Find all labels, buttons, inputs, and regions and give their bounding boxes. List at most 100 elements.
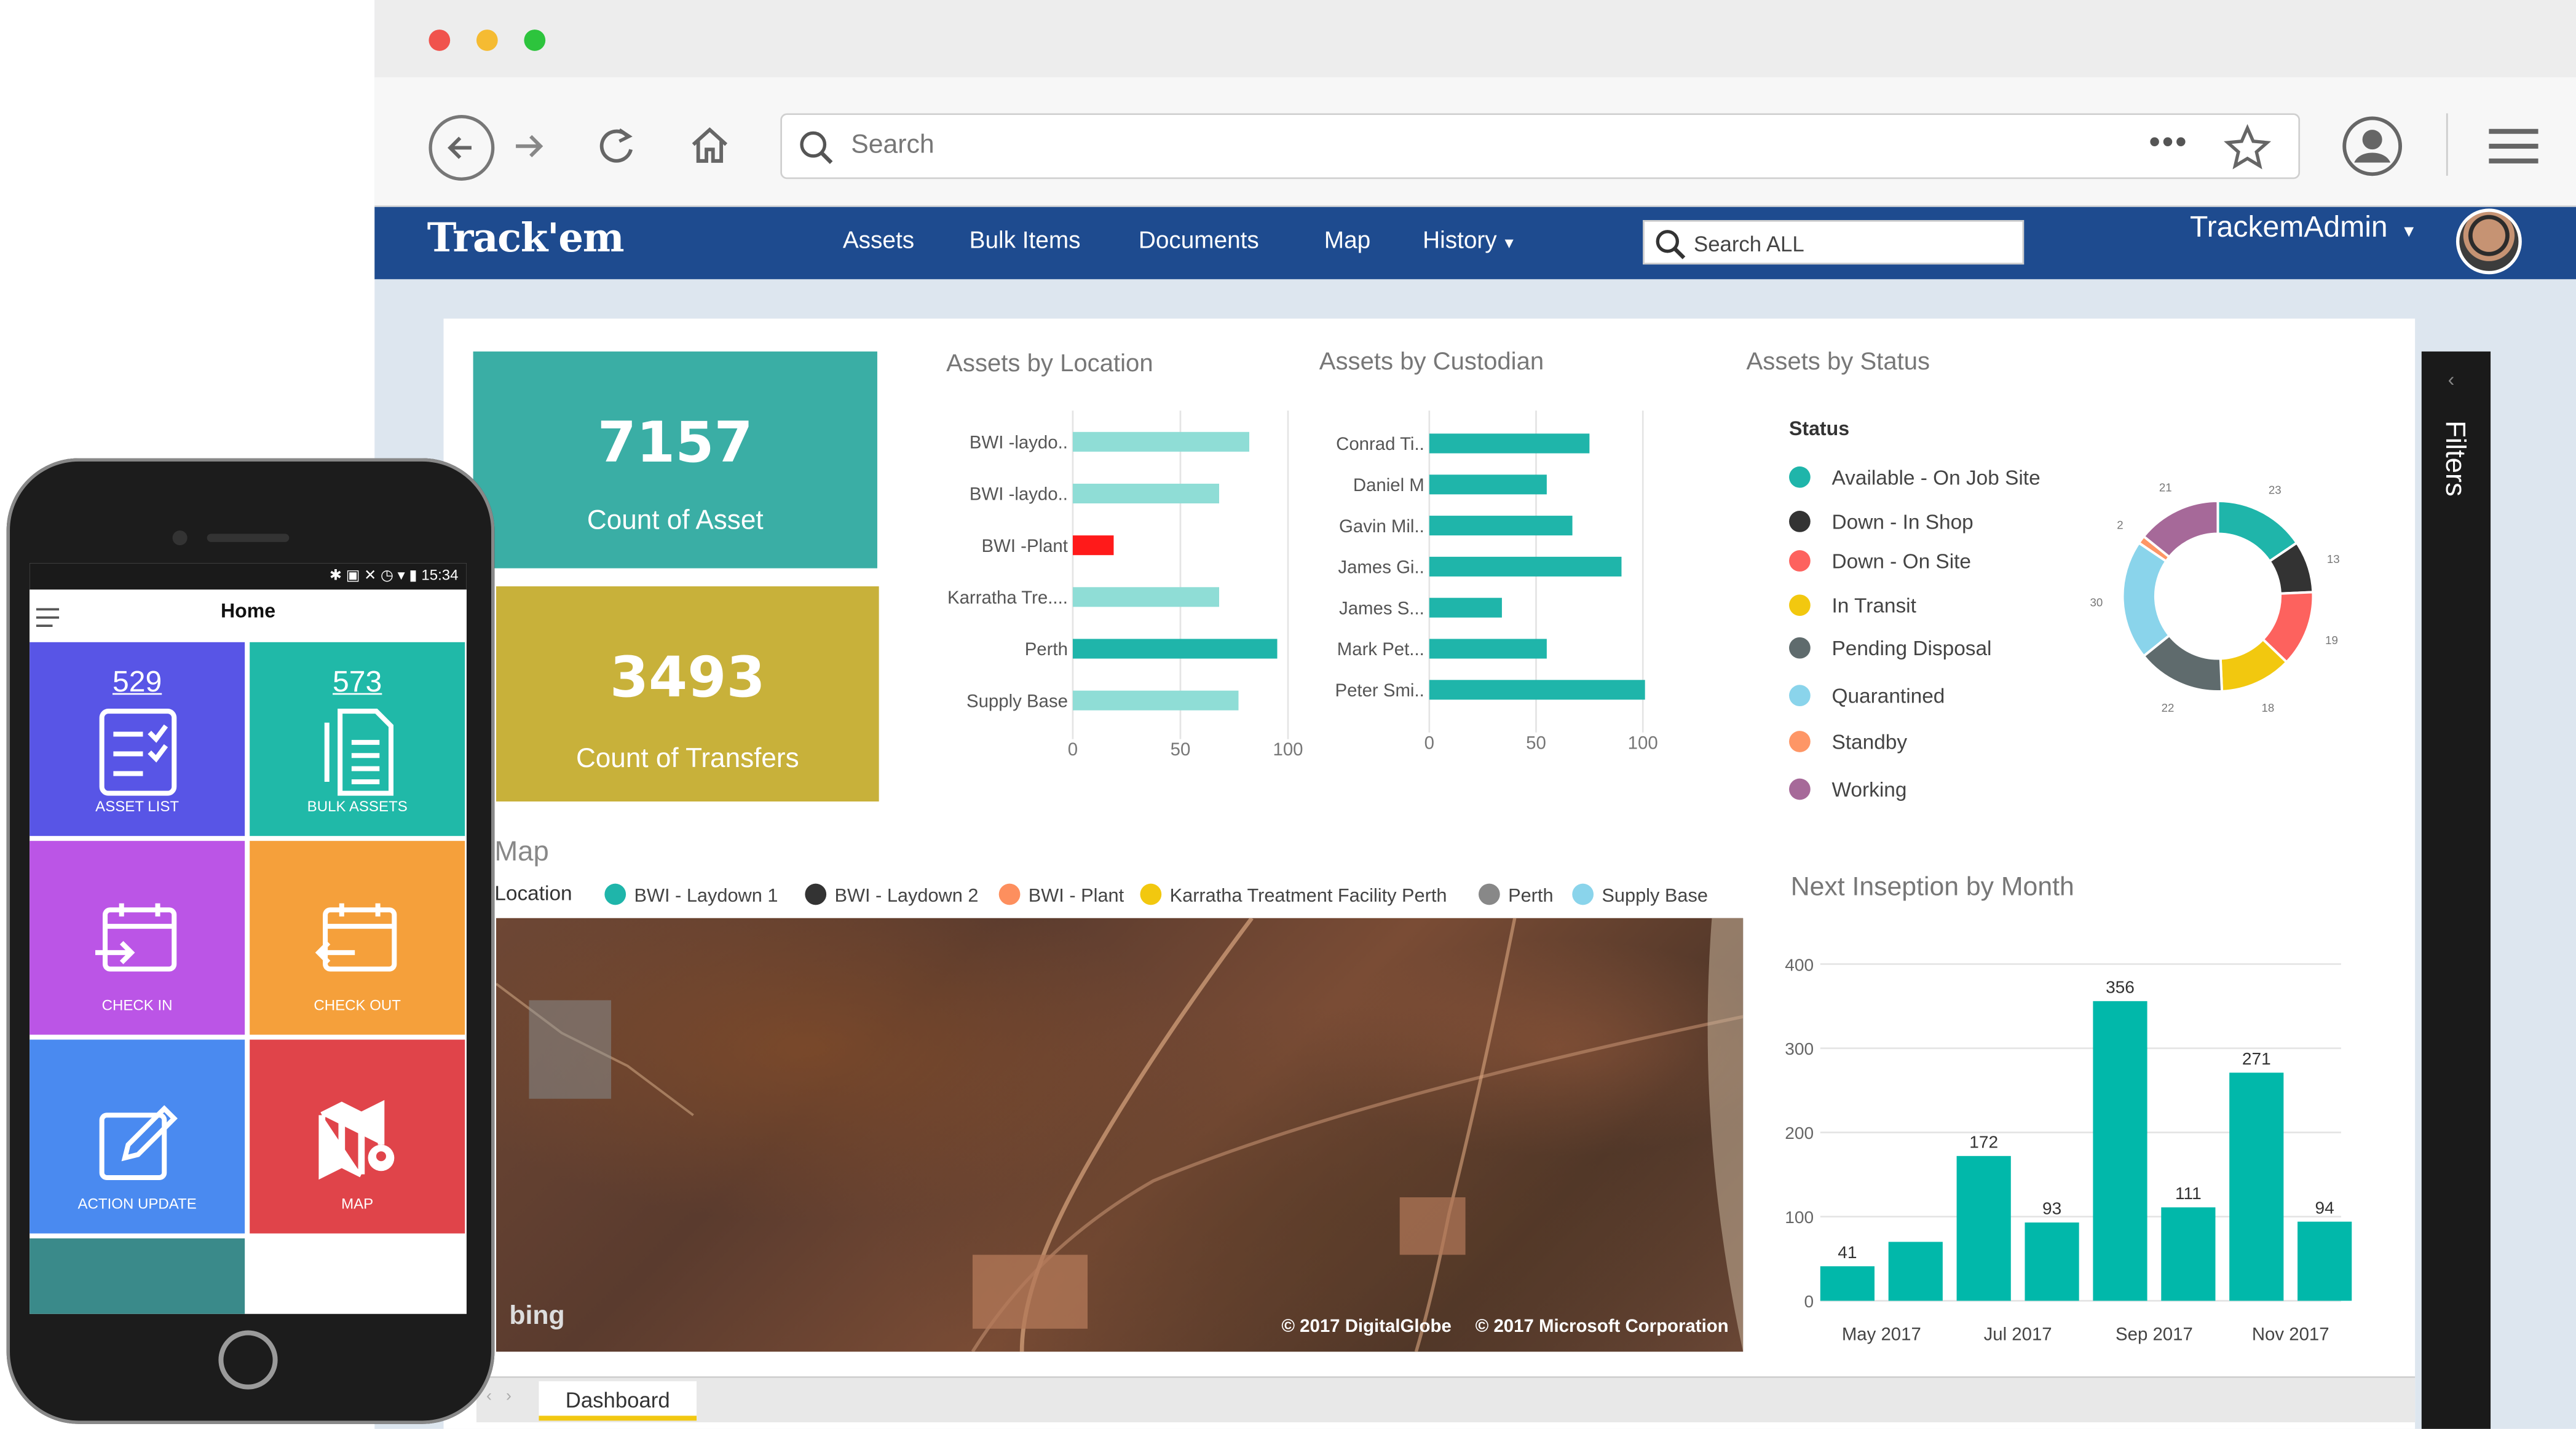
bar[interactable] bbox=[1072, 690, 1239, 711]
status-legend-item[interactable]: Standby bbox=[1789, 731, 1907, 754]
tab-scroll-right-icon[interactable]: › bbox=[506, 1388, 512, 1406]
nav-documents[interactable]: Documents bbox=[1139, 228, 1259, 254]
user-menu[interactable]: TrackemAdmin ▼ bbox=[2190, 210, 2417, 245]
assets-by-status-chart[interactable]: 23 13 19 18 22 30 2 21 bbox=[2062, 476, 2390, 723]
bar[interactable] bbox=[1072, 587, 1219, 607]
home-icon[interactable] bbox=[687, 122, 733, 168]
report-tab-bar: ‹ › Dashboard bbox=[476, 1376, 2416, 1423]
bar[interactable] bbox=[1072, 431, 1249, 452]
address-bar[interactable]: Search ••• bbox=[780, 113, 2301, 179]
back-button[interactable] bbox=[429, 115, 495, 181]
legend-label: BWI - Laydown 2 bbox=[834, 886, 979, 907]
kpi-count-of-asset[interactable]: 7157 Count of Asset bbox=[473, 351, 877, 569]
status-legend-item[interactable]: Down - On Site bbox=[1789, 550, 1971, 573]
tile-action-update[interactable]: ACTION UPDATE bbox=[30, 1039, 245, 1234]
tile-label: CHECK OUT bbox=[314, 997, 401, 1014]
tile-check-out[interactable]: CHECK OUT bbox=[250, 841, 465, 1035]
map-legend-item[interactable]: Perth bbox=[1478, 883, 1554, 907]
account-icon[interactable] bbox=[2339, 113, 2405, 179]
arrow-left-icon bbox=[448, 136, 472, 159]
status-legend-item[interactable]: In Transit bbox=[1789, 594, 1916, 618]
bar[interactable] bbox=[1072, 535, 1114, 556]
data-label: 94 bbox=[2315, 1198, 2334, 1217]
tile-map[interactable]: MAP bbox=[250, 1039, 465, 1234]
bar[interactable] bbox=[1429, 680, 1645, 700]
phone-page-title: Home bbox=[220, 599, 276, 623]
app-logo[interactable]: Track'em bbox=[427, 213, 625, 261]
map-attribution-digitalglobe: © 2017 DigitalGlobe bbox=[1281, 1317, 1452, 1337]
nav-history[interactable]: History ▼ bbox=[1423, 228, 1516, 254]
hamburger-menu-icon[interactable] bbox=[2486, 127, 2542, 166]
map-legend-item[interactable]: Supply Base bbox=[1572, 883, 1708, 907]
tab-dashboard[interactable]: Dashboard bbox=[539, 1381, 697, 1421]
status-legend-item[interactable]: Working bbox=[1789, 778, 1906, 801]
close-window-button[interactable] bbox=[429, 30, 451, 51]
avatar[interactable] bbox=[2455, 208, 2522, 275]
legend-label: Perth bbox=[1508, 886, 1554, 907]
edit-icon bbox=[30, 1099, 245, 1184]
status-legend-item[interactable]: Down - In Shop bbox=[1789, 511, 1973, 533]
status-legend-title: Status bbox=[1789, 417, 1850, 441]
reload-icon[interactable] bbox=[593, 123, 639, 169]
bar[interactable] bbox=[1429, 597, 1502, 618]
legend-swatch bbox=[1789, 466, 1811, 488]
legend-swatch bbox=[805, 883, 827, 905]
status-legend-item[interactable]: Available - On Job Site bbox=[1789, 466, 2041, 489]
global-search-input[interactable]: Search ALL bbox=[1643, 220, 2025, 265]
map-features bbox=[496, 918, 1744, 1352]
map-legend-item[interactable]: BWI - Plant bbox=[998, 883, 1124, 907]
assets-by-location-chart[interactable]: BWI -laydo.. BWI -laydo.. BWI -Plant Karrat… bbox=[920, 411, 1314, 772]
forward-button[interactable] bbox=[509, 130, 548, 162]
category-label: James S... bbox=[1339, 598, 1424, 618]
nav-bulk-items[interactable]: Bulk Items bbox=[970, 228, 1081, 254]
kpi-count-of-transfers[interactable]: 3493 Count of Transfers bbox=[496, 586, 879, 802]
column-bar[interactable] bbox=[2297, 1221, 2352, 1301]
column-bar[interactable] bbox=[1888, 1242, 1943, 1301]
bookmark-star-icon[interactable] bbox=[2222, 123, 2272, 172]
maximize-window-button[interactable] bbox=[524, 30, 546, 51]
tile-asset-list[interactable]: 529 ASSET LIST bbox=[30, 642, 245, 837]
status-legend-item[interactable]: Pending Disposal bbox=[1789, 637, 1991, 660]
tab-scroll-left-icon[interactable]: ‹ bbox=[486, 1388, 492, 1406]
x-tick-label: Sep 2017 bbox=[2116, 1325, 2193, 1345]
phone-status-bar: ✱ ▣ ✕ ◷ ▾ ▮ 15:34 bbox=[30, 563, 467, 590]
column-bar[interactable] bbox=[2161, 1207, 2216, 1301]
column-bar[interactable] bbox=[2025, 1222, 2079, 1301]
bar[interactable] bbox=[1072, 483, 1219, 504]
legend-swatch bbox=[1789, 550, 1811, 572]
bar[interactable] bbox=[1072, 639, 1278, 659]
filters-pane[interactable]: ‹ Filters bbox=[2421, 351, 2491, 1429]
tile-more[interactable] bbox=[30, 1238, 245, 1314]
next-inspection-chart[interactable]: 0 100 200 300 400 41 May 2017 172 Jul 2017 93 356 S… bbox=[1774, 936, 2366, 1363]
bar[interactable] bbox=[1429, 639, 1547, 659]
category-label: BWI -Plant bbox=[982, 536, 1068, 556]
satellite-map[interactable]: bing © 2017 DigitalGlobe © 2017 Microsof… bbox=[496, 918, 1744, 1352]
nav-assets[interactable]: Assets bbox=[843, 228, 914, 254]
column-bar[interactable] bbox=[1820, 1266, 1875, 1301]
bar[interactable] bbox=[1429, 474, 1547, 495]
tile-bulk-assets[interactable]: 573 BULK ASSETS bbox=[250, 642, 465, 837]
bar[interactable] bbox=[1429, 516, 1573, 536]
page-actions-button[interactable]: ••• bbox=[2149, 125, 2188, 162]
tile-check-in[interactable]: CHECK IN bbox=[30, 841, 245, 1035]
phone-home-button[interactable] bbox=[218, 1330, 278, 1390]
map-legend-item[interactable]: BWI - Laydown 1 bbox=[604, 883, 778, 907]
data-label: 41 bbox=[1838, 1243, 1857, 1262]
map-legend-item[interactable]: BWI - Laydown 2 bbox=[805, 883, 979, 907]
collapse-chevron-icon[interactable]: ‹ bbox=[2448, 368, 2455, 391]
bar[interactable] bbox=[1429, 556, 1622, 577]
bar[interactable] bbox=[1429, 433, 1590, 454]
column-bar[interactable] bbox=[1956, 1155, 2011, 1301]
map-legend-item[interactable]: Karratha Treatment Facility Perth bbox=[1140, 883, 1447, 907]
hamburger-menu-icon[interactable] bbox=[36, 608, 60, 628]
assets-by-custodian-chart[interactable]: Conrad Ti.. Daniel M Gavin Mil.. James Gi..… bbox=[1306, 411, 1684, 772]
tick-label: 0 bbox=[1424, 733, 1434, 754]
column-bar[interactable] bbox=[2093, 1001, 2147, 1301]
column-bar[interactable] bbox=[2229, 1073, 2284, 1301]
minimize-window-button[interactable] bbox=[476, 30, 498, 51]
nav-map[interactable]: Map bbox=[1324, 228, 1370, 254]
status-legend-item[interactable]: Quarantined bbox=[1789, 685, 1945, 708]
legend-label: Standby bbox=[1831, 731, 1908, 754]
tick-label: 0 bbox=[1068, 739, 1078, 760]
y-tick-label: 400 bbox=[1785, 955, 1814, 974]
